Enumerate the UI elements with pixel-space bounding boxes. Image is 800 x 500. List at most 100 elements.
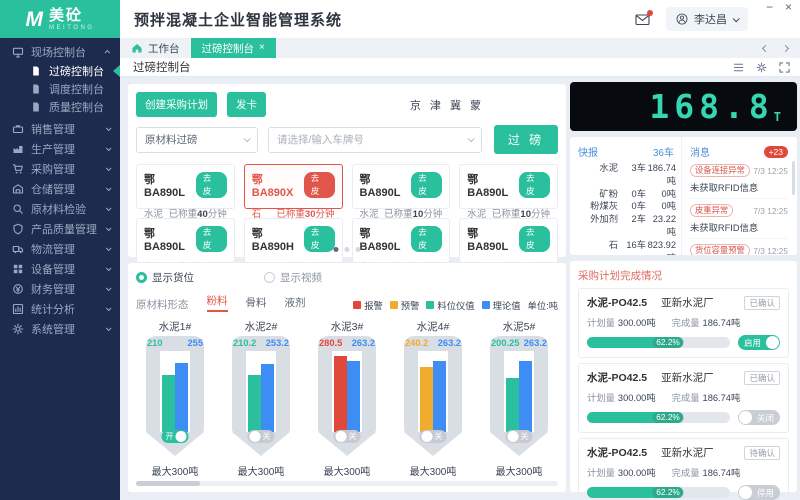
tare-button[interactable]: 去皮 [411, 172, 442, 198]
sidebar-item-material-inspection[interactable]: 原材料检验 [0, 199, 120, 219]
vehicle-card-alert[interactable]: 鄂BA890X去皮 石已称重30分钟 [244, 164, 343, 209]
close-icon[interactable]: × [259, 43, 265, 53]
sidebar-item-product-quality[interactable]: 产品质量管理 [0, 219, 120, 239]
radio-show-slots[interactable]: 显示货位 [136, 270, 194, 285]
vehicle-card[interactable]: 鄂BA890L去皮 水泥已称重40分钟 [136, 164, 235, 209]
done-quantity-label: 完成量 [672, 318, 700, 328]
plan-product: 水泥-PO42.5 [587, 295, 647, 310]
sidebar-item-production[interactable]: 生产管理 [0, 139, 120, 159]
tab-workbench[interactable]: 工作台 [120, 38, 191, 58]
fullscreen-icon[interactable] [779, 62, 790, 73]
theory-value: 263.2 [438, 338, 461, 348]
tare-button[interactable]: 去皮 [196, 226, 227, 252]
grid-icon [12, 263, 24, 275]
plan-toggle[interactable]: 关闭 [738, 410, 780, 425]
tare-button[interactable]: 去皮 [304, 226, 335, 252]
sidebar-item-finance[interactable]: 财务管理 [0, 279, 120, 299]
issue-card-button[interactable]: 发卡 [227, 92, 266, 117]
plan-progress-bar: 62.2% [587, 487, 730, 498]
plan-quantity-label: 计划量 [587, 393, 615, 403]
sidebar-item-logistics[interactable]: 物流管理 [0, 239, 120, 259]
silo-switch[interactable]: 关 [248, 430, 275, 443]
vehicle-card[interactable]: 鄂BA890L去皮 水泥已称重10分钟 [352, 164, 451, 209]
mail-icon[interactable] [635, 13, 650, 26]
sidebar-item-system[interactable]: 系统管理 [0, 319, 120, 339]
plan-progress-bar: 62.2% [587, 337, 730, 348]
sidebar-item-dispatch-console[interactable]: 调度控制台 [0, 80, 120, 98]
tab-scroll-next-icon[interactable] [782, 44, 789, 51]
radio-unselected-icon [264, 272, 275, 283]
logo-name: 美砼 [49, 8, 94, 23]
tab-bar: 工作台 过磅控制台 × [120, 38, 800, 58]
pagination-dot[interactable] [345, 247, 350, 252]
sensor-bar [506, 378, 519, 432]
content-area: 创建采购计划 发卡 京 津 冀 蒙 原材料过磅 过 磅 鄂BA890L去皮 水 [120, 78, 800, 500]
sidebar-item-weighbridge-console[interactable]: 过磅控制台 [0, 62, 120, 80]
vehicle-card[interactable]: 鄂BA890L去皮 水泥已称重10分钟 [136, 218, 235, 263]
plan-quantity-value: 300.00吨 [618, 393, 656, 403]
sidebar-item-label: 现场控制台 [31, 44, 86, 60]
tab-scroll-prev-icon[interactable] [762, 44, 769, 51]
material-filter-select[interactable]: 原材料过磅 [136, 127, 258, 153]
gear-icon[interactable] [756, 62, 767, 73]
message-item[interactable]: 货位容量预警7/3 12:25 未获取RFID信息 [690, 244, 788, 255]
chevron-down-icon [106, 285, 112, 291]
silo-switch[interactable]: 关 [420, 430, 447, 443]
vehicle-card[interactable]: 鄂BA890L去皮 水泥已称重10分钟 [459, 164, 558, 209]
scrollbar-thumb[interactable] [136, 481, 200, 486]
sidebar-item-procurement[interactable]: 采购管理 [0, 159, 120, 179]
sidebar-item-sales[interactable]: 销售管理 [0, 119, 120, 139]
silo-cement-5: 水泥5# 200.25263.2 关 最大300吨 [479, 319, 559, 478]
plan-toggle[interactable]: 停用 [738, 485, 780, 500]
theory-value: 263.2 [352, 338, 375, 348]
silo-switch[interactable]: 关 [334, 430, 361, 443]
plan-supplier: 亚新水泥厂 [661, 445, 714, 460]
plan-status-badge: 已确认 [744, 296, 780, 310]
chevron-down-icon [106, 245, 112, 251]
sidebar-item-statistics[interactable]: 统计分析 [0, 299, 120, 319]
legend-sensor-swatch [426, 301, 434, 309]
create-purchase-plan-button[interactable]: 创建采购计划 [136, 92, 217, 117]
pagination-dot[interactable] [334, 247, 339, 252]
silo-switch[interactable]: 关 [506, 430, 533, 443]
tare-button[interactable]: 去皮 [519, 172, 550, 198]
tab-liquid[interactable]: 液剂 [285, 295, 306, 312]
user-menu[interactable]: 李达昌 [666, 7, 748, 31]
list-icon[interactable] [733, 62, 744, 73]
vehicle-card[interactable]: 鄂BA890L去皮 水泥已称重10分钟 [352, 218, 451, 263]
tare-button[interactable]: 去皮 [519, 226, 550, 252]
sidebar-item-site-console[interactable]: 现场控制台 [0, 42, 120, 62]
vehicle-plate: 鄂BA890L [144, 225, 196, 253]
horizontal-scrollbar[interactable] [136, 481, 558, 486]
plan-toggle[interactable]: 启用 [738, 335, 780, 350]
purchase-plan-card[interactable]: 水泥-PO42.5 亚新水泥厂 已确认 计划量300.00吨 完成量186.74… [578, 363, 789, 433]
radio-show-video[interactable]: 显示视频 [264, 270, 322, 285]
tab-weighbridge-console[interactable]: 过磅控制台 × [191, 38, 276, 58]
weigh-button[interactable]: 过 磅 [494, 125, 558, 154]
page-header: 过磅控制台 [120, 58, 800, 77]
bulletin-row: 外加剂2车23.22吨 [578, 213, 676, 239]
tare-button[interactable]: 去皮 [196, 172, 227, 198]
vertical-scrollbar[interactable] [792, 161, 795, 195]
plate-number-combobox[interactable] [268, 127, 482, 153]
vehicle-card[interactable]: 鄂BA890L去皮 水泥已称重10分钟 [459, 218, 558, 263]
silo-switch[interactable]: 开 [162, 430, 189, 443]
tab-powder[interactable]: 粉料 [207, 293, 228, 312]
bulletin-row: 粉煤灰0车0吨 [578, 200, 676, 213]
sidebar-item-warehouse[interactable]: 仓储管理 [0, 179, 120, 199]
tare-button[interactable]: 去皮 [304, 172, 335, 198]
pagination-dot[interactable] [356, 247, 361, 252]
vehicle-card[interactable]: 鄂BA890H去皮 石已称重10分钟 [244, 218, 343, 263]
purchase-plan-card[interactable]: 水泥-PO42.5 亚新水泥厂 已确认 计划量300.00吨 完成量186.74… [578, 288, 789, 358]
plate-number-input[interactable] [277, 134, 468, 146]
message-item[interactable]: 皮重异常7/3 12:25 未获取RFID信息 [690, 204, 788, 239]
silo-max-label: 最大300吨 [479, 463, 559, 478]
message-item[interactable]: 设备连接异常7/3 12:25 未获取RFID信息 [690, 164, 788, 199]
sidebar-item-quality-console[interactable]: 质量控制台 [0, 98, 120, 116]
tab-aggregate[interactable]: 骨料 [246, 295, 267, 312]
purchase-plan-card[interactable]: 水泥-PO42.5 亚新水泥厂 待确认 计划量300.00吨 完成量186.74… [578, 438, 789, 500]
minimize-button[interactable]: − [766, 1, 773, 13]
tare-button[interactable]: 去皮 [411, 226, 442, 252]
sidebar-item-equipment[interactable]: 设备管理 [0, 259, 120, 279]
close-button[interactable]: × [785, 1, 792, 13]
